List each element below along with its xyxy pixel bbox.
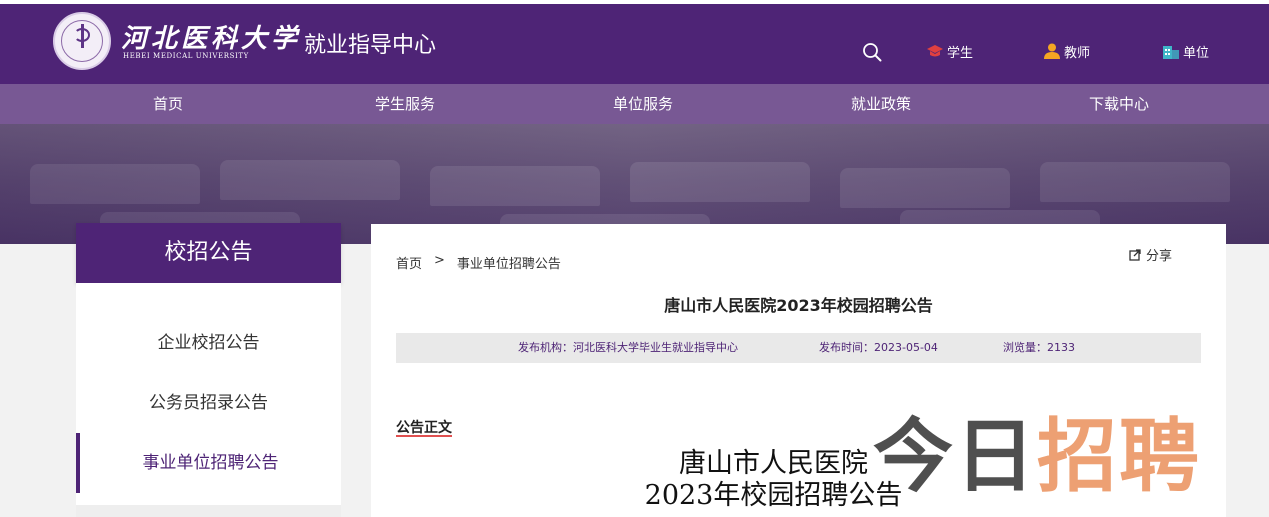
teacher-label: 教师	[1064, 45, 1091, 61]
search-icon[interactable]	[862, 42, 882, 62]
share-icon	[1129, 249, 1141, 261]
building-icon	[1163, 46, 1179, 59]
nav-download-center[interactable]: 下载中心	[1089, 84, 1149, 124]
main-nav: 首页 学生服务 单位服务 就业政策 下载中心	[0, 84, 1269, 124]
announcement-body-label: 公告正文	[396, 420, 452, 436]
breadcrumb-current[interactable]: 事业单位招聘公告	[457, 253, 561, 272]
sidebar-menu: 企业校招公告 公务员招录公告 事业单位招聘公告	[76, 283, 341, 517]
breadcrumb-separator: >	[434, 253, 445, 268]
nav-employer-services[interactable]: 单位服务	[613, 84, 673, 124]
view-count-text: 浏览量：2133	[1003, 341, 1075, 354]
university-name-en[interactable]: HEBEI MEDICAL UNIVERSITY	[123, 52, 249, 60]
university-seal-logo[interactable]	[53, 12, 111, 70]
sidebar-item-enterprise[interactable]: 企业校招公告	[76, 313, 341, 373]
header-bar: 河北医科大学 HEBEI MEDICAL UNIVERSITY 就业指导中心 学…	[0, 0, 1269, 84]
publisher-text: 发布机构：河北医科大学毕业生就业指导中心	[518, 341, 738, 354]
site-title[interactable]: 就业指导中心	[304, 27, 436, 59]
breadcrumb-home[interactable]: 首页	[396, 253, 422, 272]
article-title: 唐山市人民医院2023年校园招聘公告	[664, 296, 933, 315]
share-label: 分享	[1146, 249, 1173, 264]
watermark-orange-text: 招聘	[1037, 410, 1201, 503]
breadcrumb: 首页 > 事业单位招聘公告	[396, 253, 573, 272]
watermark-logo: 今日招聘	[873, 407, 1201, 507]
sidebar-item-public-institution[interactable]: 事业单位招聘公告	[76, 433, 341, 493]
nav-employment-policy[interactable]: 就业政策	[851, 84, 911, 124]
seal-staff-icon	[81, 24, 84, 48]
top-divider	[0, 0, 1269, 4]
sidebar-title: 校招公告	[76, 223, 341, 283]
student-login-link[interactable]: 学生	[926, 42, 974, 61]
teacher-icon	[1044, 43, 1060, 59]
teacher-login-link[interactable]: 教师	[1043, 42, 1091, 61]
nav-student-services[interactable]: 学生服务	[375, 84, 435, 124]
publish-date-text: 发布时间：2023-05-04	[819, 341, 938, 354]
student-label: 学生	[947, 45, 974, 61]
employer-login-link[interactable]: 单位	[1162, 42, 1210, 61]
sidebar-item-civil-service[interactable]: 公务员招录公告	[76, 373, 341, 433]
sidebar-divider	[76, 505, 341, 517]
nav-home[interactable]: 首页	[153, 84, 183, 124]
watermark-dark-text: 今日	[873, 410, 1037, 503]
share-button[interactable]: 分享	[1129, 245, 1172, 264]
article-meta: 发布机构：河北医科大学毕业生就业指导中心 发布时间：2023-05-04 浏览量…	[396, 333, 1201, 363]
graduation-cap-icon	[927, 45, 943, 57]
university-name-cn[interactable]: 河北医科大学	[121, 18, 301, 55]
employer-label: 单位	[1183, 45, 1210, 61]
